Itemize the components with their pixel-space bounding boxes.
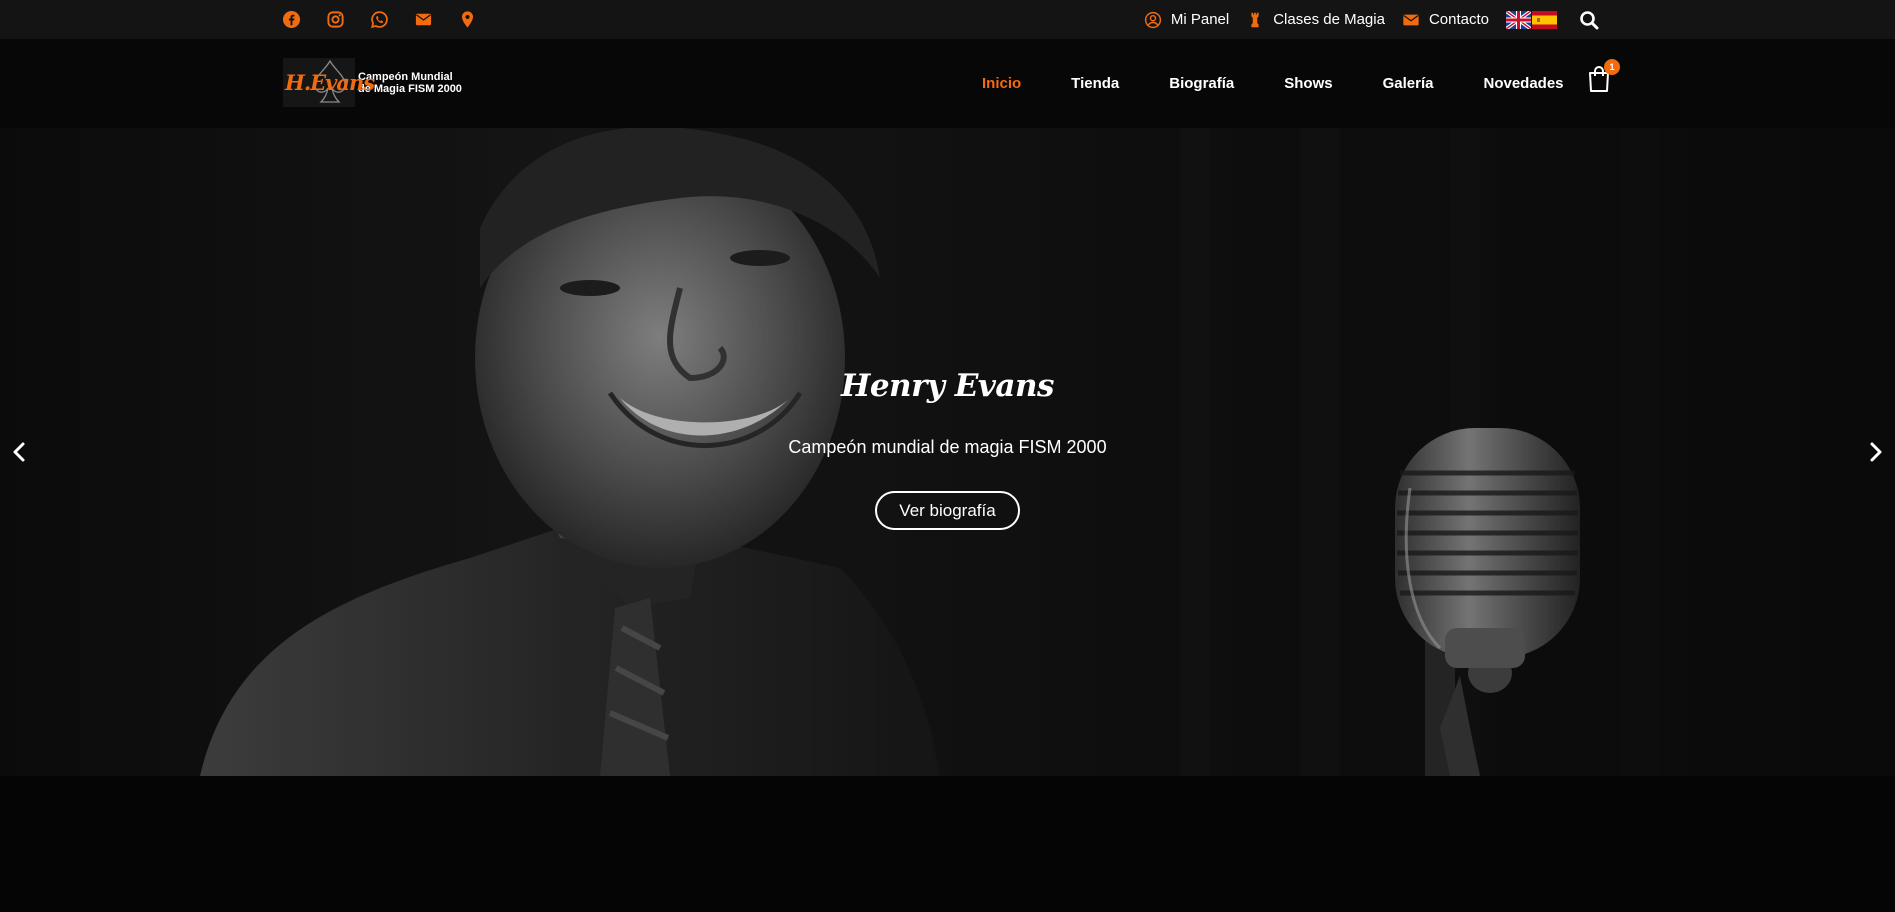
nav-item-novedades[interactable]: Novedades [1483,75,1563,92]
contact-label: Contacto [1428,11,1489,28]
contact-link[interactable]: Contacto [1402,11,1489,29]
nav-item-biografia[interactable]: Biografía [1169,75,1234,92]
magic-classes-link[interactable]: Clases de Magia [1246,11,1385,29]
view-biography-button[interactable]: Ver biografía [875,491,1020,530]
nav-item-galeria[interactable]: Galería [1383,75,1434,92]
site-logo[interactable]: H.Evans Campeón Mundial de Magia FISM 20… [283,58,468,107]
uk-flag-icon[interactable] [1506,10,1531,29]
map-pin-icon[interactable] [458,10,477,29]
chess-piece-icon [1251,12,1259,27]
facebook-icon[interactable] [282,10,301,29]
my-panel-label: Mi Panel [1170,11,1230,28]
logo-mark: H.Evans [283,58,375,107]
hero-subtitle: Campeón mundial de magia FISM 2000 [788,437,1107,457]
search-icon[interactable] [1579,10,1599,30]
envelope-icon [1403,14,1419,25]
whatsapp-icon[interactable] [370,10,389,29]
chevron-right-icon[interactable] [1865,437,1887,467]
hero-slider: Henry Evans Campeón mundial de magia FIS… [0,128,1895,776]
my-panel-link[interactable]: Mi Panel [1144,11,1229,29]
top-bar: Mi Panel Clases de Magia Contacto [0,0,1895,39]
page-below-hero [0,776,1895,912]
logo-mark-text: H.Evans [285,70,375,95]
user-circle-icon [1144,11,1161,28]
top-bar-right: Mi Panel Clases de Magia Contacto [1144,0,1599,39]
main-nav: Inicio Tienda Biografía Shows Galería No… [982,39,1564,128]
chevron-left-icon[interactable] [8,437,30,467]
magic-classes-label: Clases de Magia [1273,11,1385,28]
nav-item-shows[interactable]: Shows [1284,75,1332,92]
envelope-icon[interactable] [414,10,433,29]
social-links [282,0,477,39]
language-switcher [1506,10,1557,29]
nav-item-tienda[interactable]: Tienda [1071,75,1119,92]
hero-title: Henry Evans [841,368,1054,404]
cart-count-badge: 1 [1604,59,1620,75]
nav-item-inicio[interactable]: Inicio [982,75,1021,92]
instagram-icon[interactable] [326,10,345,29]
cart-button[interactable]: 1 [1587,59,1620,94]
spain-flag-icon[interactable] [1532,10,1557,29]
